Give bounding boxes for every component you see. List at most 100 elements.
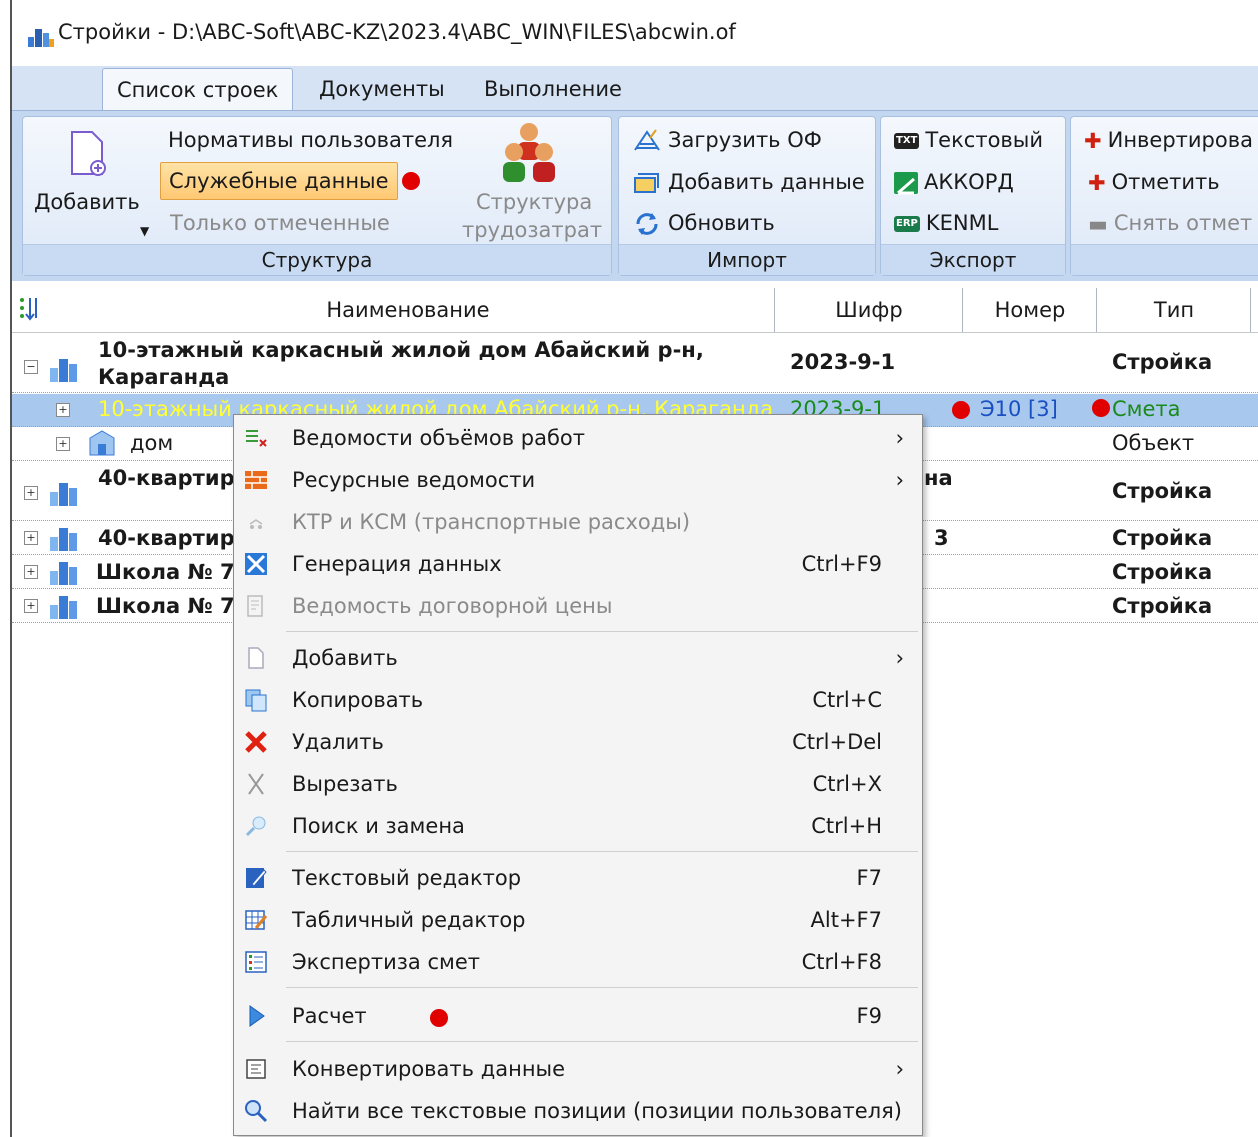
search-icon [245,1100,268,1123]
generate-icon [245,553,267,575]
row-name: 40-квартир [98,466,235,490]
expand-icon[interactable]: + [56,403,70,417]
row-name: Школа № 7 [96,560,235,584]
menu-separator [286,1041,918,1042]
row-name: дом [130,431,174,455]
add-button[interactable]: Добавить ▼ [30,130,149,240]
menu-item-text-editor[interactable]: Текстовый редактор F7 [234,857,922,899]
play-icon [249,1005,265,1027]
load-icon [634,129,660,151]
row-code: 3 [934,526,949,550]
menu-item-generate[interactable]: Генерация данных Ctrl+F9 [234,543,922,585]
mark-button[interactable]: ✚ Отметить [1088,164,1220,200]
menu-item-label: КТР и КСМ (транспортные расходы) [292,510,691,534]
menu-item-cut[interactable]: Вырезать Ctrl+X [234,763,922,805]
cut-icon [248,773,264,795]
sort-icon[interactable] [18,296,40,322]
red-marker-dot [430,1009,448,1027]
transport-icon [249,519,263,529]
menu-separator [286,987,918,988]
menu-item-resources[interactable]: Ресурсные ведомости › [234,459,922,501]
export-akkord-button[interactable]: АККОРД [894,164,1014,200]
row-type: Стройка [1112,526,1213,550]
menu-item-shortcut: Alt+F7 [810,908,882,932]
export-kenml-button[interactable]: ERP KENML [894,205,998,241]
menu-item-shortcut: Ctrl+H [811,814,882,838]
menu-item-contract-price[interactable]: Ведомость договорной цены [234,585,922,627]
submenu-arrow-icon: › [895,646,904,670]
menu-item-shortcut: Ctrl+C [812,688,882,712]
refresh-label: Обновить [668,211,775,235]
menu-item-find-replace[interactable]: Поиск и замена Ctrl+H [234,805,922,847]
minus-icon: ▬ [1088,212,1108,236]
header-type[interactable]: Тип [1098,288,1251,332]
add-data-icon [634,173,659,193]
txt-icon: TXT [894,133,920,149]
menu-item-find-text-positions[interactable]: Найти все текстовые позиции (позиции пол… [234,1090,922,1132]
tab-execution[interactable]: Выполнение [470,68,636,110]
service-data-button[interactable]: Служебные данные [160,162,398,200]
menu-item-shortcut: Ctrl+F8 [801,950,882,974]
header-code[interactable]: Шифр [776,288,963,332]
expand-icon[interactable]: + [24,565,38,579]
menu-item-label: Поиск и замена [292,814,465,838]
group-label-mark [1071,244,1258,275]
invert-label: Инвертирова [1107,128,1253,152]
menu-item-convert[interactable]: Конвертировать данные › [234,1048,922,1090]
menu-item-delete[interactable]: Удалить Ctrl+Del [234,721,922,763]
only-marked-button[interactable]: Только отмеченные [170,205,390,241]
header-name[interactable]: Наименование [42,288,775,332]
menu-item-transport[interactable]: КТР и КСМ (транспортные расходы) [234,501,922,543]
submenu-arrow-icon: › [895,1057,904,1081]
convert-icon [246,1059,266,1079]
add-data-button[interactable]: Добавить данные [632,164,865,200]
menu-item-table-editor[interactable]: Табличный редактор Alt+F7 [234,899,922,941]
submenu-arrow-icon: › [895,426,904,450]
labor-structure-label-2: трудозатрат [462,218,603,242]
expand-icon[interactable]: + [24,599,38,613]
collapse-icon[interactable]: − [24,360,38,374]
add-data-label: Добавить данные [668,170,865,194]
tab-documents[interactable]: Документы [305,68,459,110]
menu-item-label: Ведомость договорной цены [292,594,613,618]
refresh-icon [636,213,658,235]
menu-item-label: Найти все текстовые позиции (позиции пол… [292,1099,902,1123]
row-type: Объект [1112,431,1195,455]
bricks-icon [245,471,267,489]
row-type: Смета [1112,397,1181,421]
expand-icon[interactable]: + [56,437,70,451]
menu-item-expertise[interactable]: Экспертиза смет Ctrl+F8 [234,941,922,983]
tab-construction-list[interactable]: Список строек [102,68,294,112]
labor-structure-button[interactable]: Структура трудозатрат [462,120,602,244]
header-number[interactable]: Номер [964,288,1097,332]
row-type: Стройка [1112,594,1213,618]
expand-icon[interactable]: + [24,531,38,545]
delete-icon [245,731,267,753]
mark-label: Отметить [1111,170,1220,194]
add-doc-icon [248,647,264,669]
submenu-arrow-icon: › [895,468,904,492]
row-code: 2023-9-1 [790,350,896,374]
red-marker-dot [952,401,970,419]
expand-icon[interactable]: + [24,486,38,500]
menu-item-calculate[interactable]: Расчет F9 [234,995,922,1037]
invert-button[interactable]: ✚ Инвертирова [1084,122,1253,158]
export-text-button[interactable]: TXT Текстовый [894,122,1043,158]
export-akkord-label: АККОРД [924,170,1014,194]
unmark-button[interactable]: ▬ Снять отмет [1088,205,1252,241]
load-of-label: Загрузить ОФ [668,128,822,152]
find-replace-icon [245,816,266,837]
menu-item-add[interactable]: Добавить › [234,637,922,679]
menu-separator [286,631,918,632]
row-name-line1: 10-этажный каркасный жилой дом Абайский … [98,338,704,362]
user-norms-button[interactable]: Нормативы пользователя [168,122,453,158]
menu-separator [286,851,918,852]
menu-item-label: Генерация данных [292,552,502,576]
table-row[interactable]: − 10-этажный каркасный жилой дом Абайски… [12,336,1258,393]
refresh-button[interactable]: Обновить [632,205,775,241]
menu-item-copy[interactable]: Копировать Ctrl+C [234,679,922,721]
load-of-button[interactable]: Загрузить ОФ [632,122,822,158]
menu-item-label: Табличный редактор [292,908,526,932]
buildings-app-icon [28,29,54,47]
menu-item-volumes[interactable]: Ведомости объёмов работ › [234,417,922,459]
